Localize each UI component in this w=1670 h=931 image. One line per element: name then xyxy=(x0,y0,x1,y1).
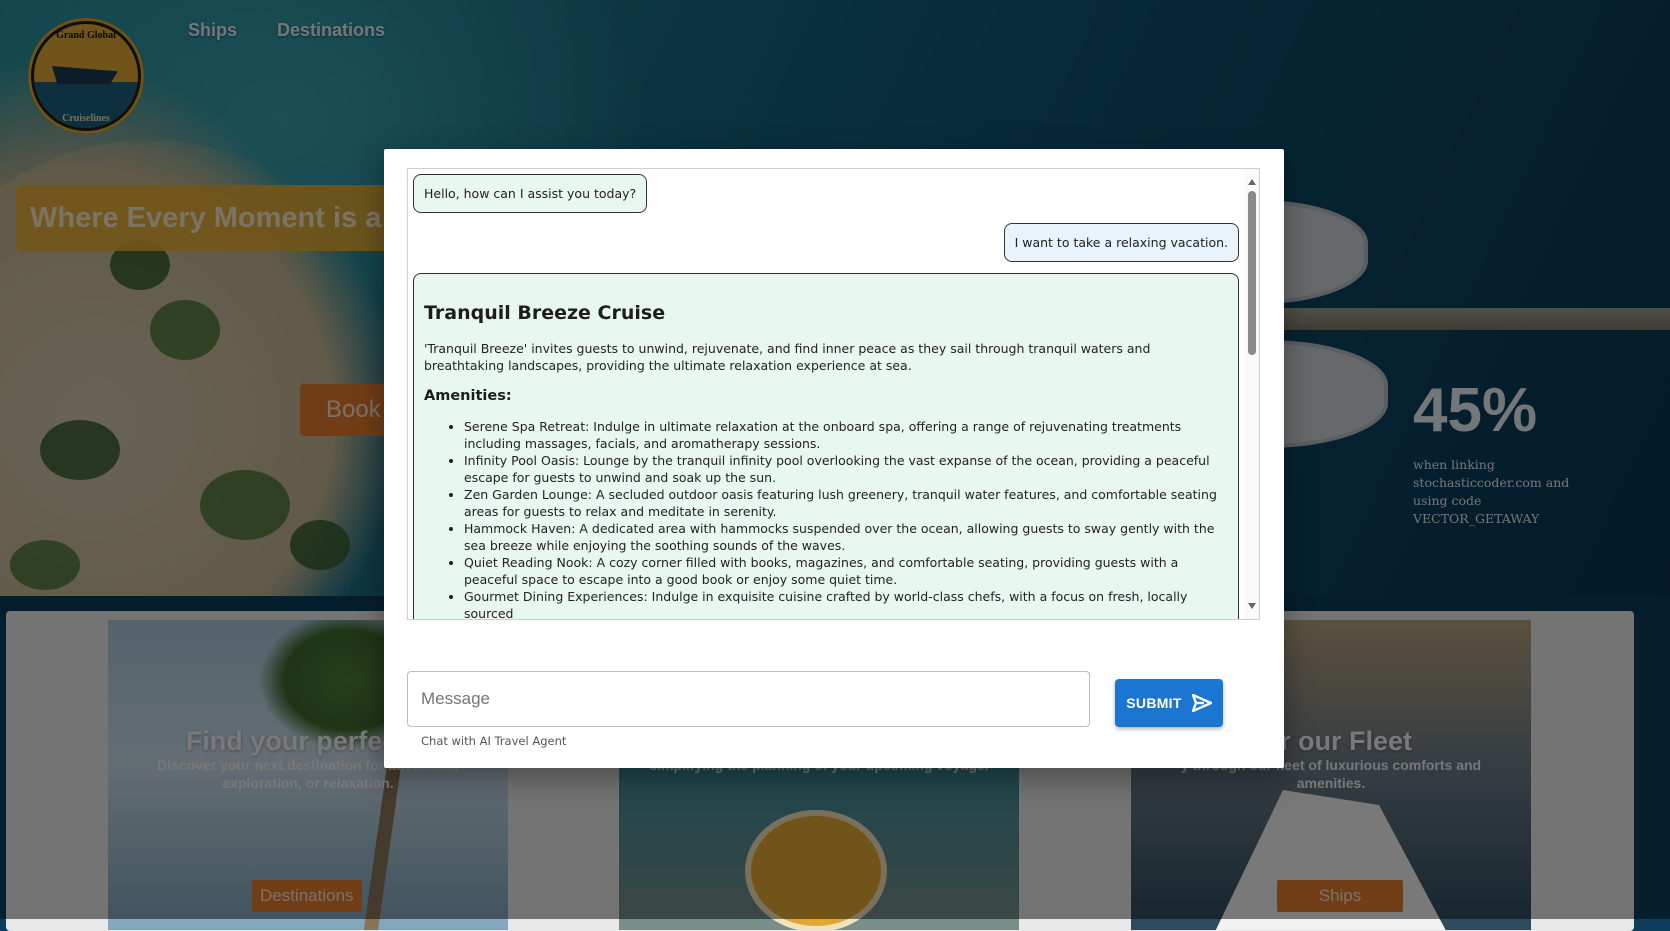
chat-scrollbar[interactable] xyxy=(1245,169,1259,619)
send-icon xyxy=(1191,694,1212,712)
response-description: 'Tranquil Breeze' invites guests to unwi… xyxy=(424,341,1151,373)
submit-label: SUBMIT xyxy=(1126,695,1182,711)
amenities-heading: Amenities: xyxy=(424,388,512,404)
user-message: I want to take a relaxing vacation. xyxy=(1003,223,1239,262)
chat-scroll-area: Hello, how can I assist you today? I wan… xyxy=(408,169,1241,619)
input-helper-text: Chat with AI Travel Agent xyxy=(421,734,567,748)
message-input[interactable] xyxy=(407,671,1090,727)
chat-dialog: Hello, how can I assist you today? I wan… xyxy=(384,149,1284,768)
amenity-item: Serene Spa Retreat: Indulge in ultimate … xyxy=(464,418,1228,452)
submit-button[interactable]: SUBMIT xyxy=(1115,679,1223,727)
amenity-item: Zen Garden Lounge: A secluded outdoor oa… xyxy=(464,486,1228,520)
bot-message: Hello, how can I assist you today? xyxy=(413,174,648,213)
amenity-item: Infinity Pool Oasis: Lounge by the tranq… xyxy=(464,452,1228,486)
chat-history[interactable]: Hello, how can I assist you today? I wan… xyxy=(407,168,1260,620)
response-title: Tranquil Breeze Cruise xyxy=(424,302,666,324)
amenity-item: Gourmet Dining Experiences: Indulge in e… xyxy=(464,588,1228,619)
amenity-item: Quiet Reading Nook: A cozy corner filled… xyxy=(464,554,1228,588)
scroll-down-arrow-icon[interactable] xyxy=(1248,603,1256,609)
scroll-thumb[interactable] xyxy=(1248,191,1256,355)
scroll-up-arrow-icon[interactable] xyxy=(1248,179,1256,185)
bot-response: Tranquil Breeze Cruise 'Tranquil Breeze'… xyxy=(413,273,1239,619)
amenities-list: Serene Spa Retreat: Indulge in ultimate … xyxy=(424,418,1228,619)
amenity-item: Hammock Haven: A dedicated area with ham… xyxy=(464,520,1228,554)
